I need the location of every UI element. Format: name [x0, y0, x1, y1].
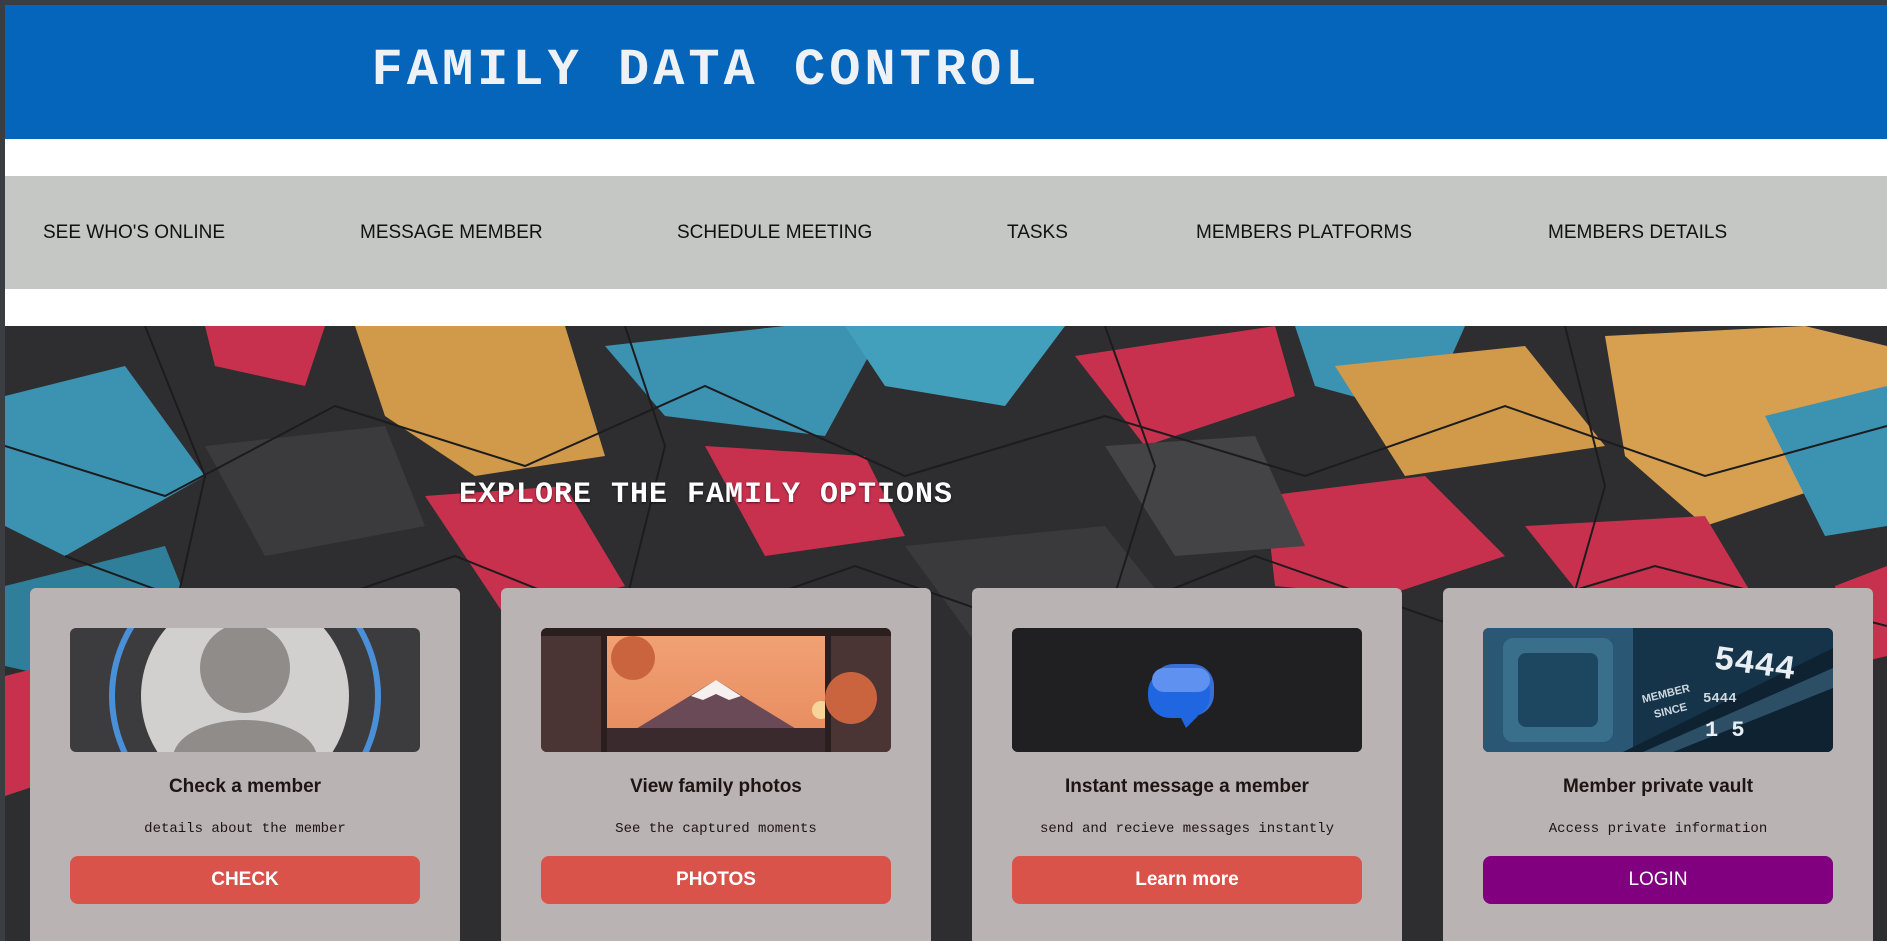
card-family-photos: View family photos See the captured mome… — [501, 588, 931, 941]
check-button[interactable]: CHECK — [70, 856, 420, 904]
card-title: Member private vault — [1562, 776, 1754, 797]
avatar-icon — [109, 628, 381, 752]
nav-item-message-member[interactable]: MESSAGE MEMBER — [360, 176, 543, 289]
card-instant-message: Instant message a member send and reciev… — [972, 588, 1402, 941]
card-title: View family photos — [630, 776, 802, 797]
card-description: send and recieve messages instantly — [1039, 821, 1335, 837]
hero-title: EXPLORE THE FAMILY OPTIONS — [458, 478, 954, 512]
learn-more-button[interactable]: Learn more — [1012, 856, 1362, 904]
page: FAMILY DATA CONTROL SEE WHO'S ONLINE MES… — [5, 5, 1887, 941]
hero-section: EXPLORE THE FAMILY OPTIONS Check a membe… — [5, 326, 1887, 941]
card-description: See the captured moments — [615, 821, 817, 837]
site-title: FAMILY DATA CONTROL — [371, 40, 1041, 100]
nav-item-members-platforms[interactable]: MEMBERS PLATFORMS — [1196, 176, 1412, 289]
nav-item-members-details[interactable]: MEMBERS DETAILS — [1548, 176, 1727, 289]
nav-item-tasks[interactable]: TASKS — [1007, 176, 1068, 289]
card-thumbnail: 5444 MEMBER SINCE 5444 1 5 — [1483, 628, 1833, 752]
credit-card-photo: 5444 MEMBER SINCE 5444 1 5 — [1483, 628, 1833, 752]
card-check-member: Check a member details about the member … — [30, 588, 460, 941]
login-button[interactable]: LOGIN — [1483, 856, 1833, 904]
card-description: Access private information — [1548, 821, 1768, 837]
main-nav: SEE WHO'S ONLINE MESSAGE MEMBER SCHEDULE… — [5, 176, 1887, 289]
card-thumbnail — [541, 628, 891, 752]
nav-item-schedule-meeting[interactable]: SCHEDULE MEETING — [677, 176, 872, 289]
mountain-sunset-photo — [541, 628, 891, 752]
card-private-vault: 5444 MEMBER SINCE 5444 1 5 Member privat… — [1443, 588, 1873, 941]
chat-bubble-icon — [1012, 628, 1362, 752]
svg-text:5444: 5444 — [1703, 691, 1737, 707]
card-title: Instant message a member — [1065, 776, 1309, 797]
svg-text:1 5: 1 5 — [1705, 718, 1745, 743]
card-title: Check a member — [168, 776, 322, 797]
card-description: details about the member — [144, 821, 346, 837]
nav-item-see-whos-online[interactable]: SEE WHO'S ONLINE — [43, 176, 225, 289]
site-header: FAMILY DATA CONTROL — [5, 5, 1887, 139]
card-thumbnail — [1012, 628, 1362, 752]
photos-button[interactable]: PHOTOS — [541, 856, 891, 904]
card-thumbnail — [70, 628, 420, 752]
